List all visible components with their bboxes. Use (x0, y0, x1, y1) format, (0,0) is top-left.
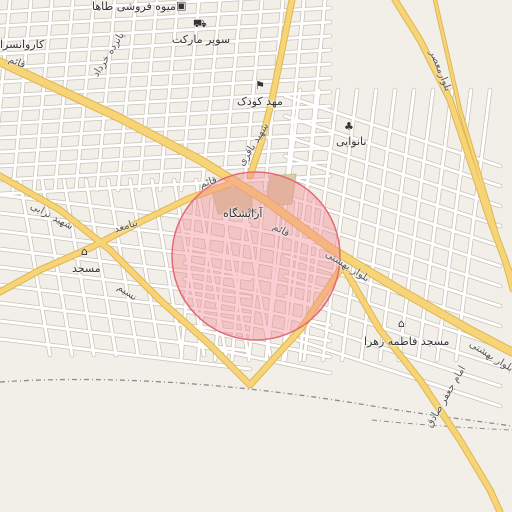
school-icon: ⚑ (255, 79, 265, 92)
poi-label-supermarket[interactable]: سوپر مارکت (172, 34, 230, 45)
poi-label-fruit-shop[interactable]: میوه فروشی طاها (92, 1, 176, 12)
poi-label-fatemeh-zahra-mosque[interactable]: مسجد فاطمه زهرا (364, 336, 449, 347)
map-view[interactable]: ▣ میوه فروشی طاها ⛟ سوپر مارکت کاروانسرا… (0, 0, 512, 512)
shopping-basket-icon: ▣ (176, 0, 187, 12)
poi-label-barber[interactable]: آرایشگاه (223, 208, 263, 219)
mosque-icon: ⌂ (398, 317, 405, 330)
bakery-icon: ♣ (344, 120, 354, 133)
map-canvas[interactable] (0, 0, 512, 512)
poi-label-mosque[interactable]: مسجد (72, 263, 101, 274)
shopping-cart-icon: ⛟ (193, 17, 207, 30)
poi-label-caravanserai[interactable]: کاروانسرا (0, 39, 44, 50)
search-radius-circle (171, 171, 341, 341)
poi-label-bakery[interactable]: نانوایی (336, 136, 366, 147)
poi-label-kindergarten[interactable]: مهد کودک (237, 96, 283, 107)
mosque-icon: ⌂ (81, 245, 88, 258)
